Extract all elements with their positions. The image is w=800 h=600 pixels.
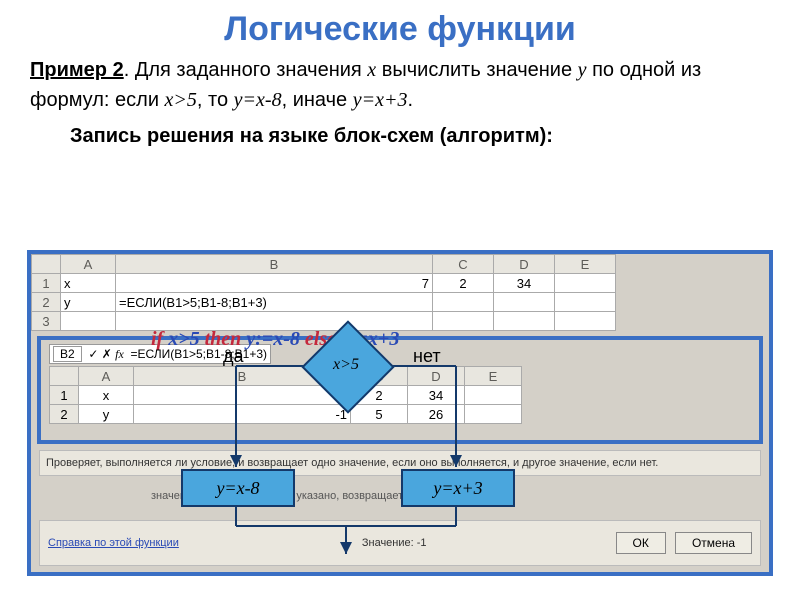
var-x: x [367, 59, 376, 81]
col-header[interactable]: A [79, 367, 134, 386]
cell[interactable]: 34 [408, 386, 465, 405]
fx-icon[interactable]: fx [115, 347, 124, 361]
spreadsheet-outer: A B C D E 1 x 7 2 34 2 y =ЕСЛИ(B1>5;B1-8… [31, 254, 616, 331]
cell[interactable] [433, 293, 494, 312]
t: , иначе [282, 89, 353, 111]
main-area: A B C D E 1 x 7 2 34 2 y =ЕСЛИ(B1>5;B1-8… [27, 250, 773, 576]
cell[interactable]: 26 [408, 405, 465, 424]
kw-if: if [151, 328, 163, 350]
row-header[interactable]: 1 [50, 386, 79, 405]
corner [50, 367, 79, 386]
spreadsheet-inner: A B C D E 1 x 7 2 34 2 y -1 5 26 [49, 366, 522, 424]
cancel-button[interactable]: Отмена [675, 532, 752, 554]
cell[interactable] [494, 312, 555, 331]
col-header[interactable]: A [61, 255, 116, 274]
eq1l: y= [234, 89, 256, 111]
hint-text: значение ИСТИНА. Если не указано, возвра… [151, 490, 759, 502]
cell[interactable]: y [61, 293, 116, 312]
row-header[interactable]: 2 [50, 405, 79, 424]
code-a2: y:=x+3 [341, 328, 399, 350]
cell[interactable]: y [79, 405, 134, 424]
col-header[interactable]: B [134, 367, 351, 386]
cell-formula[interactable]: =ЕСЛИ(B1>5;B1-8;B1+3) [116, 293, 433, 312]
cell[interactable] [555, 293, 616, 312]
t: вычислить значение [376, 59, 577, 81]
kw-else: else [305, 328, 336, 350]
cell-ref[interactable]: B2 [53, 346, 82, 362]
var-y: y [578, 59, 587, 81]
code-cond: x>5 [168, 328, 199, 350]
row-header[interactable]: 3 [32, 312, 61, 331]
help-text: Проверяет, выполняется ли условие, и воз… [39, 450, 761, 476]
eq2l: y= [353, 89, 375, 111]
cell[interactable]: 5 [351, 405, 408, 424]
eq1r: x-8 [256, 89, 282, 111]
cell[interactable]: x [79, 386, 134, 405]
eq2r: x+3 [375, 89, 407, 111]
t: . [407, 89, 413, 111]
value-display: Значение: -1 [362, 537, 427, 549]
page-title: Логические функции [0, 0, 800, 55]
col-header[interactable]: D [494, 255, 555, 274]
cell[interactable]: 2 [351, 386, 408, 405]
caption: Запись решения на языке блок-схем (алгор… [0, 115, 800, 154]
example-label: Пример 2 [30, 59, 124, 81]
col-header[interactable]: C [433, 255, 494, 274]
problem-text: Пример 2. Для заданного значения x вычис… [0, 55, 800, 115]
kw-then: then [205, 328, 242, 350]
cell[interactable]: 34 [494, 274, 555, 293]
code-a1: y:=x-8 [246, 328, 300, 350]
t: , то [197, 89, 234, 111]
row-header[interactable]: 1 [32, 274, 61, 293]
row-header[interactable]: 2 [32, 293, 61, 312]
col-header[interactable]: B [116, 255, 433, 274]
ok-button[interactable]: ОК [616, 532, 666, 554]
cond: x>5 [165, 89, 197, 111]
help-link[interactable]: Справка по этой функции [48, 537, 179, 549]
cell[interactable] [465, 405, 522, 424]
t: . Для заданного значения [124, 59, 368, 81]
cell[interactable] [61, 312, 116, 331]
col-header[interactable]: C [351, 367, 408, 386]
cell[interactable] [555, 274, 616, 293]
cell[interactable]: -1 [134, 405, 351, 424]
cell[interactable] [433, 312, 494, 331]
code-line: if x>5 then y:=x-8 else y:=x+3 [151, 328, 399, 351]
cell[interactable] [555, 312, 616, 331]
col-header[interactable]: E [555, 255, 616, 274]
cell[interactable]: 2 [433, 274, 494, 293]
dialog-footer: Справка по этой функции Значение: -1 ОК … [39, 520, 761, 566]
inner-frame: B2 ✓ ✗ fx =ЕСЛИ(B1>5;B1-8;B1+3) if x>5 t… [37, 336, 763, 444]
cell[interactable] [494, 293, 555, 312]
cell[interactable]: 7 [134, 386, 351, 405]
cell[interactable] [465, 386, 522, 405]
cell[interactable]: 7 [116, 274, 433, 293]
col-header[interactable]: D [408, 367, 465, 386]
cell[interactable]: x [61, 274, 116, 293]
corner [32, 255, 61, 274]
col-header[interactable]: E [465, 367, 522, 386]
